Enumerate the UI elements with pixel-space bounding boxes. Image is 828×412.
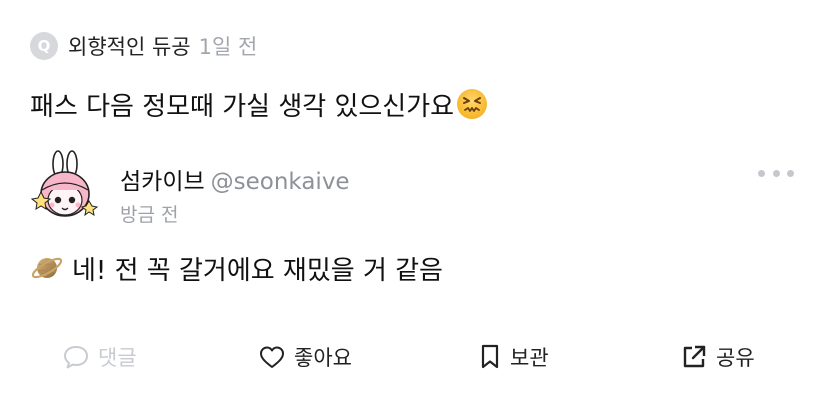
bunny-ear-character-avatar-icon (30, 150, 99, 217)
answer-time: 방금 전 (120, 204, 179, 226)
confounded-face-emoji-icon (457, 89, 488, 119)
author-handle[interactable]: @seonkaive (211, 169, 350, 195)
save-label: 보관 (510, 346, 549, 370)
share-label: 공유 (716, 346, 755, 370)
question-time: 1일 전 (198, 35, 258, 59)
avatar[interactable] (28, 150, 104, 228)
question-meta: Q 외향적인 듀공 1일 전 (30, 30, 257, 62)
more-horizontal-icon[interactable] (758, 166, 794, 180)
question-badge-icon: Q (30, 32, 58, 60)
question-text-label: 패스 다음 정모때 가실 생각 있으신가요 (30, 91, 455, 122)
asker-name[interactable]: 외향적인 듀공 (68, 31, 191, 61)
ringed-planet-emoji-icon (31, 257, 63, 279)
share-icon (683, 345, 706, 368)
answer-author[interactable]: 섬카이브 @seonkaive (120, 162, 350, 196)
save-button[interactable]: 보관 (478, 338, 549, 376)
bookmark-icon (481, 344, 499, 369)
like-button[interactable]: 좋아요 (258, 338, 352, 376)
answer-text-label: 네! 전 꼭 갈거에요 재밌을 거 같음 (72, 255, 443, 286)
like-label: 좋아요 (294, 346, 352, 370)
author-name[interactable]: 섬카이브 (120, 169, 205, 195)
comment-icon (64, 346, 88, 369)
question-text: 패스 다음 정모때 가실 생각 있으신가요 (30, 84, 488, 124)
comment-label: 댓글 (98, 346, 137, 370)
comment-button[interactable]: 댓글 (62, 338, 137, 376)
answer-text: 네! 전 꼭 갈거에요 재밌을 거 같음 (30, 248, 443, 288)
share-button[interactable]: 공유 (680, 338, 755, 376)
heart-icon (260, 346, 284, 368)
